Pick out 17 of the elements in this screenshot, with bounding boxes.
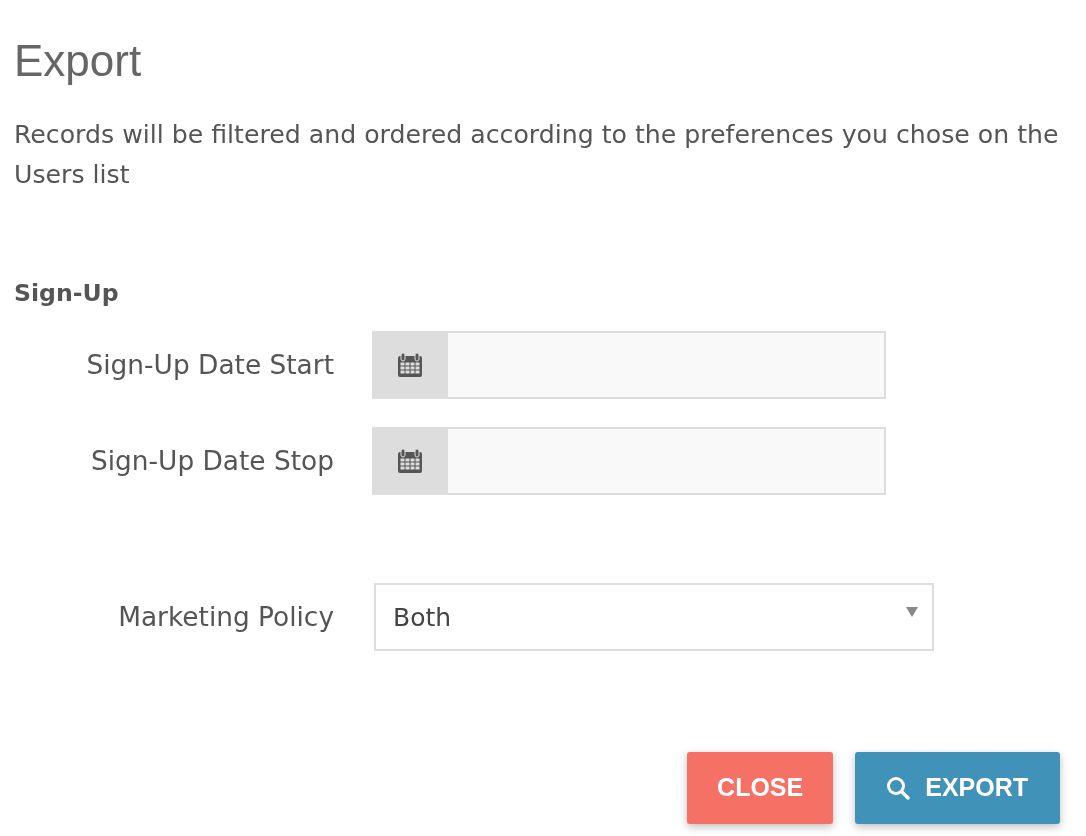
date-input[interactable] — [448, 427, 886, 495]
marketing-policy-select[interactable]: Both — [374, 583, 934, 651]
caret-icon — [906, 607, 918, 617]
calendar-addon[interactable] — [372, 427, 448, 495]
description-text: Records will be filtered and ordered according to the preferences you chose on the Users list — [14, 119, 1060, 191]
close-button[interactable]: CLOSE — [687, 752, 834, 824]
search-icon — [886, 776, 911, 800]
field-label: Sign-Up Date Start — [85, 348, 334, 382]
date-input[interactable] — [448, 331, 886, 399]
calendar-icon — [397, 448, 423, 474]
calendar-addon[interactable] — [372, 331, 448, 399]
field-label: Sign-Up Date Stop — [90, 444, 334, 478]
export-button[interactable]: EXPORT — [855, 752, 1060, 824]
dialog-title: Export — [14, 36, 143, 86]
section-heading: Sign-Up — [14, 278, 120, 309]
calendar-icon — [397, 352, 423, 378]
field-label: Marketing Policy — [117, 600, 334, 634]
